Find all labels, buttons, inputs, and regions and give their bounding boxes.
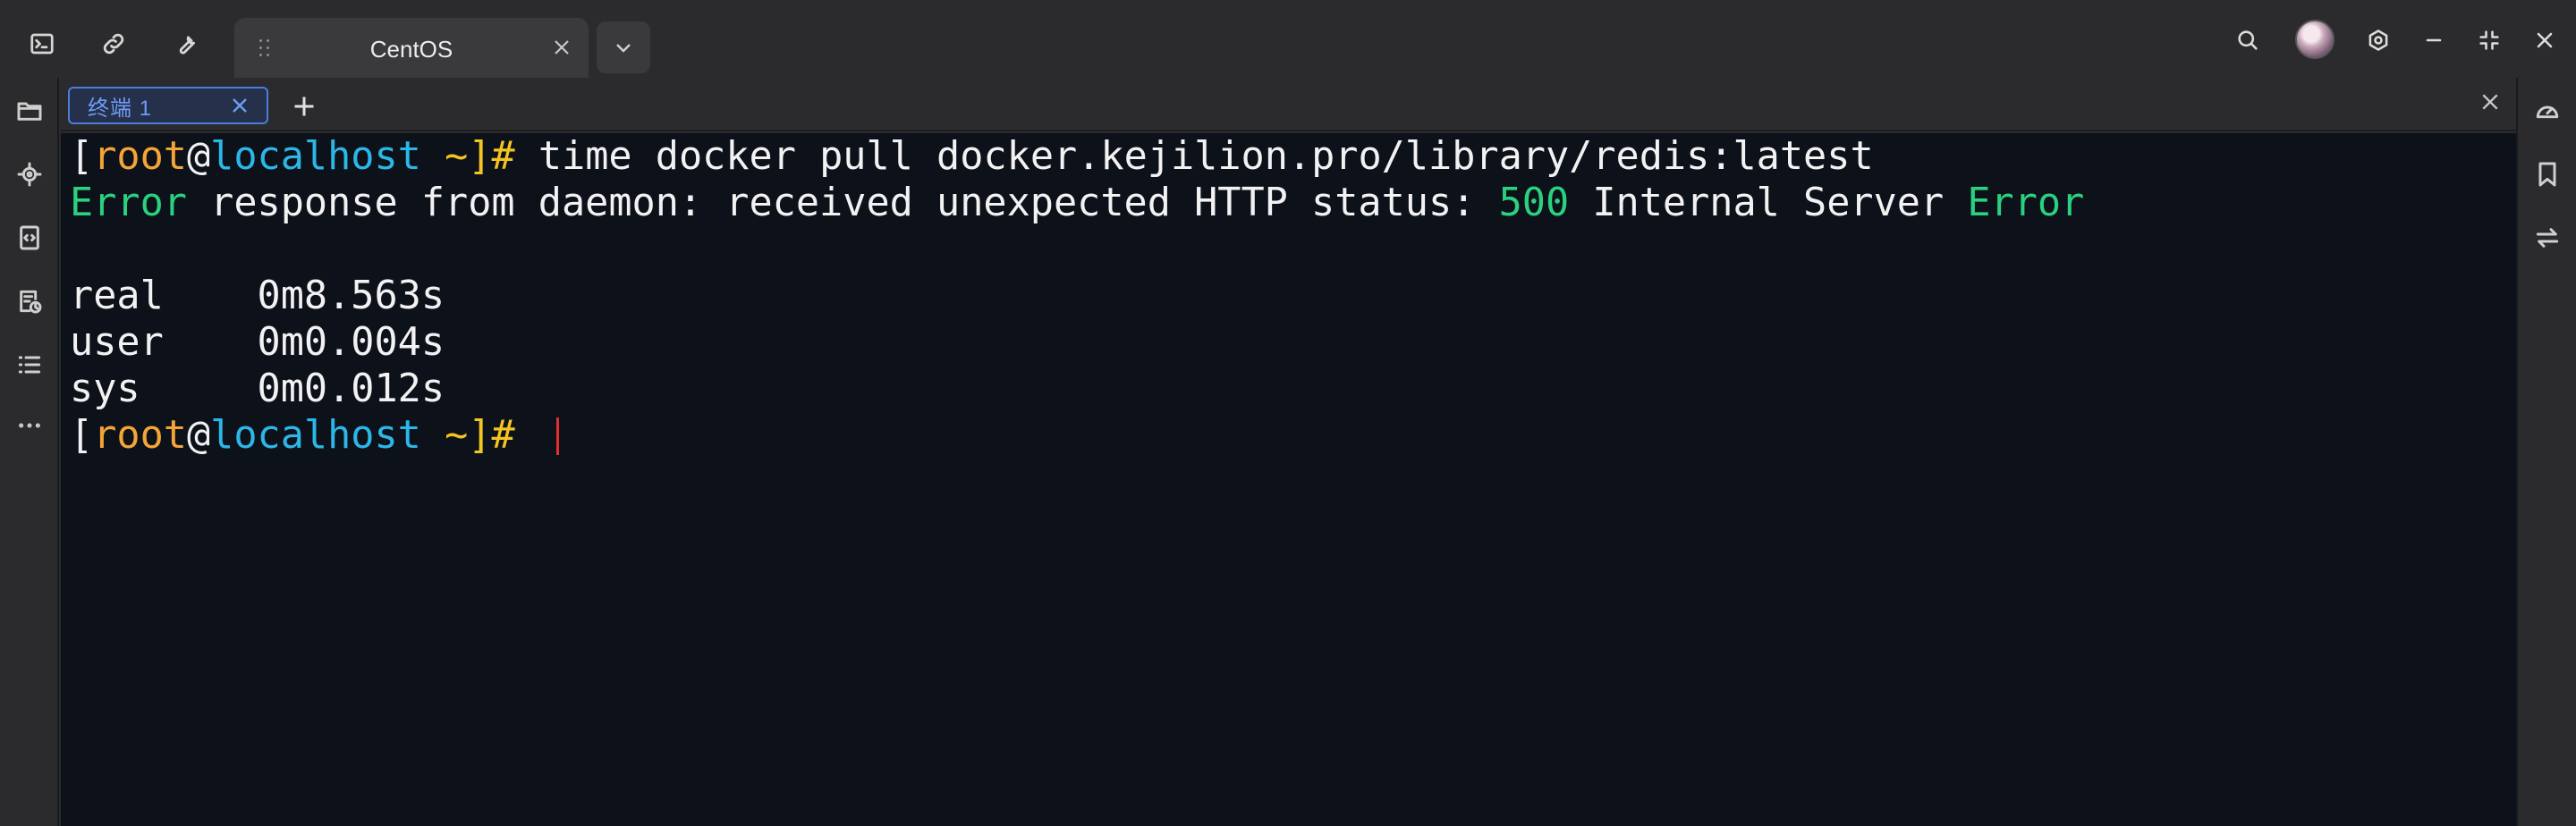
timing-real: real 0m8.563s	[70, 274, 445, 318]
folder-icon[interactable]	[5, 87, 54, 135]
minimize-icon[interactable]	[2411, 18, 2456, 63]
prompt-hash: #	[491, 413, 538, 458]
list-icon[interactable]	[5, 341, 54, 389]
close-panel-icon[interactable]	[2480, 92, 2504, 115]
error-word: Error	[70, 181, 187, 225]
search-icon[interactable]	[2225, 18, 2270, 63]
prompt-line: [root@localhost ~]#	[70, 412, 2507, 459]
wrench-icon[interactable]	[161, 20, 209, 68]
prompt-hash: #	[491, 134, 538, 179]
bookmark-icon[interactable]	[2523, 150, 2572, 198]
restore-icon[interactable]	[2467, 18, 2512, 63]
command-line: [root@localhost ~]# time docker pull doc…	[70, 133, 2507, 180]
prompt-path: ~]	[420, 134, 492, 179]
right-tool-bar	[2516, 78, 2576, 826]
session-tab[interactable]: CentOS	[234, 18, 589, 78]
chevron-down-icon	[616, 44, 631, 53]
prompt-bracket: [	[70, 134, 94, 179]
terminal-tab-label: 终端 1	[88, 96, 153, 121]
left-activity-bar	[0, 78, 59, 826]
more-icon[interactable]	[5, 401, 54, 450]
prompt-host: localhost	[210, 413, 421, 458]
avatar[interactable]	[2295, 20, 2334, 59]
terminal-tab[interactable]: 终端 1	[68, 87, 268, 124]
error-word: Error	[1967, 181, 2085, 225]
swap-icon[interactable]	[2523, 214, 2572, 262]
terminal-output[interactable]: [root@localhost ~]# time docker pull doc…	[61, 133, 2516, 826]
status-code: 500	[1498, 181, 1570, 225]
prompt-path: ~]	[420, 413, 492, 458]
prompt-at: @	[186, 413, 211, 458]
settings-icon[interactable]	[2356, 18, 2401, 63]
title-bar: CentOS	[0, 0, 2576, 78]
tab-list-button[interactable]	[597, 21, 650, 73]
prompt-bracket: [	[70, 413, 94, 458]
error-text: response from daemon: received unexpecte…	[186, 181, 1499, 225]
speedometer-icon[interactable]	[2523, 87, 2572, 135]
prompt-at: @	[186, 134, 211, 179]
command-text: time docker pull docker.kejilion.pro/lib…	[538, 134, 1874, 179]
terminal-icon[interactable]	[18, 20, 66, 68]
close-icon[interactable]	[553, 38, 571, 56]
timing-sys: sys 0m0.012s	[70, 367, 445, 411]
target-icon[interactable]	[5, 150, 54, 198]
error-text: Internal Server	[1569, 181, 1968, 225]
code-file-icon[interactable]	[5, 214, 54, 262]
text-cursor	[555, 417, 559, 455]
prompt-user: root	[93, 134, 187, 179]
file-history-icon[interactable]	[5, 277, 54, 325]
new-tab-button[interactable]	[286, 88, 322, 124]
prompt-user: root	[93, 413, 187, 458]
terminal-tab-strip: 终端 1	[61, 78, 2516, 131]
close-window-icon[interactable]	[2522, 18, 2567, 63]
plus-icon	[294, 97, 314, 116]
link-icon[interactable]	[89, 20, 138, 68]
error-line: Error response from daemon: received une…	[70, 180, 2507, 226]
prompt-host: localhost	[210, 134, 421, 179]
close-icon[interactable]	[231, 97, 249, 114]
timing-user: user 0m0.004s	[70, 320, 445, 365]
session-tab-title: CentOS	[369, 36, 453, 63]
